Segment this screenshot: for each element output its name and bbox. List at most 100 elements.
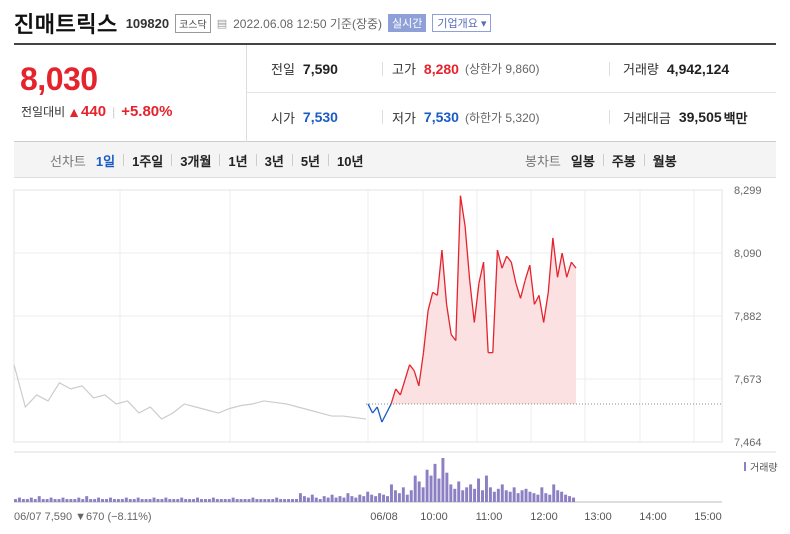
volume-bar bbox=[401, 487, 405, 502]
volume-bar bbox=[251, 497, 255, 502]
volume-bar bbox=[255, 499, 259, 502]
volume-bar bbox=[295, 499, 298, 502]
volume-bar bbox=[259, 499, 263, 502]
volume-bar bbox=[211, 497, 215, 502]
x-tick-label: 14:00 bbox=[639, 511, 667, 523]
volume-bar bbox=[492, 491, 496, 502]
volume-bar bbox=[504, 490, 508, 502]
amount-cell: 거래대금 39,505 백만 bbox=[623, 108, 748, 127]
tab-1d[interactable]: 1일 bbox=[96, 151, 115, 170]
volume-bar bbox=[203, 499, 207, 502]
intraday-chart[interactable]: 8,299 8,090 7,882 7,673 7,464 거래량 06/08 10:00 11… bbox=[0, 180, 790, 534]
volume-bar bbox=[283, 499, 287, 502]
price-segment bbox=[372, 406, 378, 414]
volume-cell: 거래량 4,942,124 bbox=[623, 59, 729, 78]
realtime-button[interactable]: 실시간 bbox=[388, 14, 427, 32]
volume-bar bbox=[354, 497, 358, 502]
tab-1w[interactable]: 1주일 bbox=[132, 151, 163, 170]
divider bbox=[609, 61, 610, 76]
volume-bar bbox=[342, 497, 346, 502]
y-tick-label: 7,464 bbox=[734, 437, 762, 449]
volume-bar bbox=[279, 499, 283, 502]
volume-bar bbox=[449, 484, 453, 502]
quote-datetime: 2022.06.08 12:50 기준(장중) bbox=[233, 16, 383, 31]
stock-header: 진매트릭스 109820 코스닥 ▤ 2022.06.08 12:50 기준(장… bbox=[14, 7, 492, 39]
chart-period-tabs: 선차트 1일 1주일 3개월 1년 3년 5년 10년 봉차트 일봉 주봉 월봉 bbox=[14, 142, 776, 178]
volume-bar bbox=[548, 494, 552, 502]
volume-bar bbox=[45, 499, 49, 502]
volume-bar bbox=[227, 499, 231, 502]
company-overview-dropdown[interactable]: 기업개요 ▾ bbox=[432, 14, 492, 32]
volume-label: 거래량 bbox=[623, 62, 659, 77]
volume-legend-swatch bbox=[744, 462, 746, 471]
volume-bar bbox=[53, 499, 57, 502]
volume-bar bbox=[239, 499, 243, 502]
tab-weekly[interactable]: 주봉 bbox=[612, 151, 636, 170]
volume-bar bbox=[200, 499, 203, 502]
volume-bar bbox=[473, 488, 477, 502]
volume-bar bbox=[409, 490, 413, 502]
volume-bar bbox=[465, 487, 469, 502]
volume-bar bbox=[552, 484, 556, 502]
volume-bar bbox=[97, 497, 101, 502]
volume-bar bbox=[366, 491, 370, 502]
line-chart-label: 선차트 bbox=[50, 153, 86, 169]
amount-value: 39,505 bbox=[678, 109, 722, 125]
volume-bar bbox=[156, 499, 160, 502]
volume-bar bbox=[378, 493, 382, 502]
volume-bar bbox=[362, 496, 366, 502]
volume-bar bbox=[532, 493, 536, 502]
volume-bar bbox=[302, 496, 306, 502]
y-tick-label: 8,090 bbox=[734, 248, 762, 260]
tab-monthly[interactable]: 월봉 bbox=[653, 151, 677, 170]
volume-bar bbox=[188, 499, 192, 502]
volume-bar bbox=[540, 487, 544, 502]
tab-daily[interactable]: 일봉 bbox=[571, 151, 595, 170]
volume-bar bbox=[564, 494, 568, 502]
price-segment bbox=[367, 403, 374, 414]
volume-bar bbox=[370, 494, 374, 502]
volume-bar bbox=[168, 499, 172, 502]
high-label: 고가 bbox=[392, 62, 416, 77]
volume-bar bbox=[528, 491, 532, 502]
volume-bar bbox=[512, 487, 516, 502]
open-label: 시가 bbox=[271, 110, 295, 126]
tab-5y[interactable]: 5년 bbox=[301, 151, 320, 170]
volume-bar bbox=[568, 496, 572, 502]
volume-bar bbox=[192, 499, 196, 502]
volume-bar bbox=[413, 475, 417, 502]
volume-bar bbox=[397, 493, 401, 502]
volume-bar bbox=[219, 499, 223, 502]
volume-bar bbox=[334, 497, 338, 502]
volume-bar bbox=[105, 499, 108, 502]
volume-bar bbox=[116, 499, 120, 502]
volume-bar bbox=[243, 499, 247, 502]
volume-bar bbox=[128, 499, 132, 502]
price-segment bbox=[381, 412, 388, 423]
price-summary: 8,030 전일대비 ▲ 440 | +5.80% 전일 7,590 고가 8,… bbox=[14, 45, 776, 142]
volume-bar bbox=[496, 488, 500, 502]
volume-bar bbox=[196, 497, 200, 502]
tab-10y[interactable]: 10년 bbox=[337, 151, 363, 170]
x-tick-label: 11:00 bbox=[476, 511, 503, 523]
prev-close-value: 7,590 bbox=[302, 60, 338, 77]
tab-1y[interactable]: 1년 bbox=[228, 151, 247, 170]
candle-chart-tabs: 봉차트 일봉 주봉 월봉 bbox=[525, 142, 677, 178]
x-tick-label: 10:00 bbox=[420, 511, 448, 523]
volume-bar bbox=[524, 488, 528, 502]
volume-bar bbox=[330, 494, 334, 502]
stock-name[interactable]: 진매트릭스 bbox=[14, 7, 118, 39]
low-value: 7,530 bbox=[423, 109, 459, 125]
volume-bar bbox=[508, 491, 512, 502]
upper-limit: (상한가 9,860) bbox=[464, 62, 540, 76]
tab-3m[interactable]: 3개월 bbox=[180, 151, 211, 170]
volume-bar bbox=[560, 491, 564, 502]
tab-3y[interactable]: 3년 bbox=[265, 151, 284, 170]
up-triangle-icon: ▲ bbox=[67, 103, 82, 120]
volume-bar bbox=[322, 496, 326, 502]
volume-bar bbox=[425, 469, 429, 502]
volume-bar bbox=[73, 499, 77, 502]
volume-bar bbox=[120, 499, 124, 502]
price-segment bbox=[376, 406, 383, 423]
prev-day-price-line bbox=[13, 364, 367, 420]
